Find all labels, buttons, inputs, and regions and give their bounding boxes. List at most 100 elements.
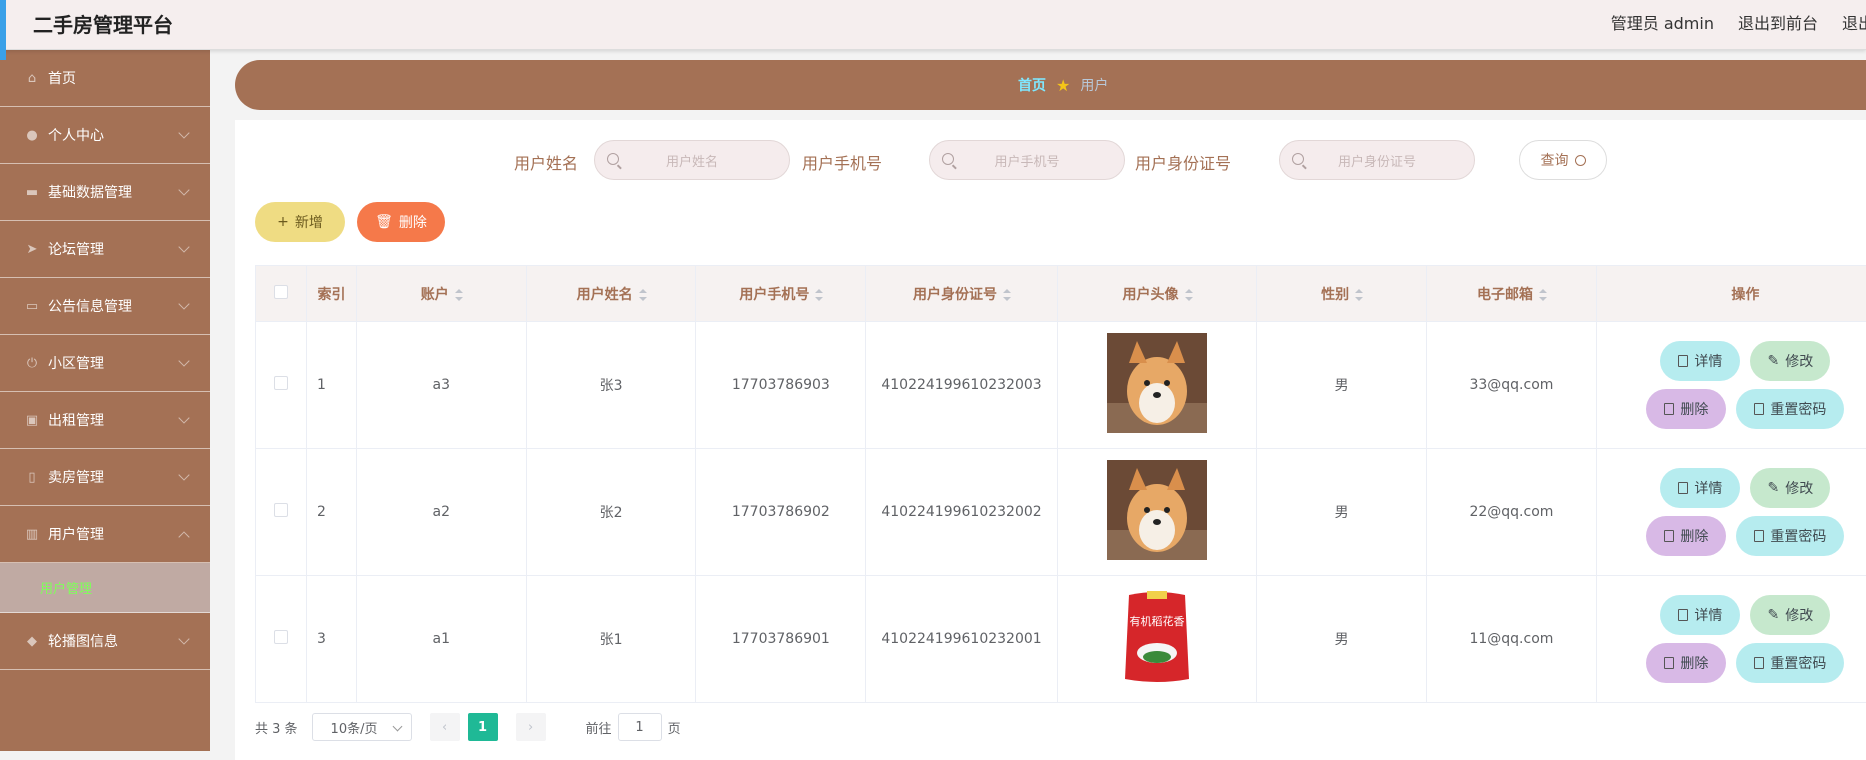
sort-icon[interactable] <box>815 289 822 301</box>
cell-phone: 17703786902 <box>696 449 866 576</box>
cell-index: 2 <box>307 449 357 576</box>
document-icon <box>1678 355 1688 367</box>
prev-page-button[interactable]: ‹ <box>430 713 460 741</box>
admin-label: 管理员 admin <box>1611 10 1714 34</box>
page-number-button[interactable]: 1 <box>468 713 498 741</box>
cell-index: 1 <box>307 322 357 449</box>
sidebar-item-users[interactable]: ▥ 用户管理 <box>0 506 210 563</box>
delete-button[interactable]: 删除 <box>1646 643 1726 683</box>
sidebar-item-notice[interactable]: ▭ 公告信息管理 <box>0 278 210 335</box>
sidebar-item-personal[interactable]: ● 个人中心 <box>0 107 210 164</box>
breadcrumb-home[interactable]: 首页 <box>1018 75 1046 95</box>
breadcrumb-current: 用户 <box>1080 75 1108 95</box>
col-idno-label: 用户身份证号 <box>913 287 997 303</box>
trash-icon <box>1664 530 1674 542</box>
detail-button[interactable]: 详情 <box>1660 595 1740 635</box>
name-search-input[interactable]: 用户姓名 <box>594 140 790 180</box>
sidebar-item-community[interactable]: ⏻ 小区管理 <box>0 335 210 392</box>
delete-label: 删除 <box>399 212 427 232</box>
batch-delete-button[interactable]: 🗑 删除 <box>357 202 445 242</box>
cell-ops: 详情 ✎修改 删除 重置密码 <box>1596 576 1866 703</box>
col-index: 索引 <box>307 266 357 322</box>
col-name[interactable]: 用户姓名 <box>526 266 696 322</box>
sidebar-item-carousel[interactable]: ◆ 轮播图信息 <box>0 613 210 670</box>
chevron-down-icon <box>178 633 189 644</box>
cell-account: a1 <box>356 576 526 703</box>
sort-icon[interactable] <box>455 289 462 301</box>
sidebar-item-label: 公告信息管理 <box>48 296 132 316</box>
power-icon: ⏻ <box>24 355 40 371</box>
pagination: 共 3 条 10条/页 ‹ 1 › 前往 1 页 <box>255 712 681 742</box>
pencil-icon: ✎ <box>1768 353 1780 369</box>
sort-icon[interactable] <box>1003 289 1010 301</box>
sort-icon[interactable] <box>639 289 646 301</box>
col-gender[interactable]: 性别 <box>1257 266 1427 322</box>
sort-icon[interactable] <box>1539 289 1546 301</box>
col-gender-label: 性别 <box>1321 287 1349 303</box>
sort-icon[interactable] <box>1355 289 1362 301</box>
edit-button[interactable]: ✎ 修改 <box>1750 341 1830 381</box>
detail-button[interactable]: 详情 <box>1660 468 1740 508</box>
cell-avatar: 有机稻花香 <box>1057 576 1256 703</box>
cell-name: 张3 <box>526 322 696 449</box>
send-icon: ➤ <box>24 241 40 257</box>
sidebar-subitem-user-manage[interactable]: 用户管理 <box>0 563 210 613</box>
query-button[interactable]: 查询 <box>1519 140 1607 180</box>
col-phone[interactable]: 用户手机号 <box>696 266 866 322</box>
trash-icon <box>1664 657 1674 669</box>
edit-label: 修改 <box>1785 605 1813 625</box>
cell-ops: 详情 ✎修改 删除 重置密码 <box>1596 449 1866 576</box>
dog-avatar-image[interactable] <box>1107 460 1207 560</box>
sidebar-item-forum[interactable]: ➤ 论坛管理 <box>0 221 210 278</box>
col-email[interactable]: 电子邮箱 <box>1427 266 1597 322</box>
add-button[interactable]: + 新增 <box>255 202 345 242</box>
table-row: 3 a1 张1 17703786901 410224199610232001 有… <box>256 576 1866 703</box>
edit-label: 修改 <box>1785 351 1813 371</box>
sidebar-item-rent[interactable]: ▣ 出租管理 <box>0 392 210 449</box>
logout-link[interactable]: 退出登录 <box>1842 10 1866 34</box>
row-checkbox[interactable] <box>274 376 288 390</box>
goto-label: 前往 <box>586 718 612 737</box>
sidebar-item-sale[interactable]: ▯ 卖房管理 <box>0 449 210 506</box>
edit-button[interactable]: ✎修改 <box>1750 595 1830 635</box>
next-page-button[interactable]: › <box>516 713 546 741</box>
select-all-checkbox[interactable] <box>274 285 288 299</box>
phone-search-input[interactable]: 用户手机号 <box>929 140 1125 180</box>
col-idno[interactable]: 用户身份证号 <box>866 266 1058 322</box>
detail-button[interactable]: 详情 <box>1660 341 1740 381</box>
cell-email: 22@qq.com <box>1427 449 1597 576</box>
chevron-down-icon <box>178 241 189 252</box>
shield-icon: ◆ <box>24 633 40 649</box>
sidebar-item-basic-data[interactable]: ▬ 基础数据管理 <box>0 164 210 221</box>
cell-avatar <box>1057 449 1256 576</box>
cell-account: a3 <box>356 322 526 449</box>
to-front-link[interactable]: 退出到前台 <box>1738 10 1818 34</box>
sidebar-item-home[interactable]: ⌂ 首页 <box>0 50 210 107</box>
chevron-down-icon <box>178 184 189 195</box>
row-select-cell <box>256 449 307 576</box>
reset-password-button[interactable]: 重置密码 <box>1736 389 1844 429</box>
trash-icon: 🗑 <box>375 214 393 230</box>
edit-button[interactable]: ✎修改 <box>1750 468 1830 508</box>
dog-avatar-image[interactable] <box>1107 333 1207 433</box>
id-search-input[interactable]: 用户身份证号 <box>1279 140 1475 180</box>
goto-page-input[interactable]: 1 <box>618 713 662 741</box>
row-checkbox[interactable] <box>274 503 288 517</box>
reset-password-button[interactable]: 重置密码 <box>1736 516 1844 556</box>
rice-bag-avatar-image[interactable]: 有机稻花香 <box>1107 587 1207 687</box>
document-icon <box>1754 403 1764 415</box>
trash-icon: ▥ <box>24 526 40 542</box>
search-icon <box>1292 153 1304 165</box>
sort-icon[interactable] <box>1185 289 1192 301</box>
sidebar-item-label: 首页 <box>48 68 76 88</box>
reset-password-button[interactable]: 重置密码 <box>1736 643 1844 683</box>
reset-label: 重置密码 <box>1770 653 1826 673</box>
delete-button[interactable]: 删除 <box>1646 516 1726 556</box>
sidebar-item-label: 轮播图信息 <box>48 631 118 651</box>
row-checkbox[interactable] <box>274 630 288 644</box>
col-account[interactable]: 账户 <box>356 266 526 322</box>
page-size-select[interactable]: 10条/页 <box>312 713 412 741</box>
col-avatar[interactable]: 用户头像 <box>1057 266 1256 322</box>
search-icon <box>1575 155 1586 166</box>
delete-button[interactable]: 删除 <box>1646 389 1726 429</box>
